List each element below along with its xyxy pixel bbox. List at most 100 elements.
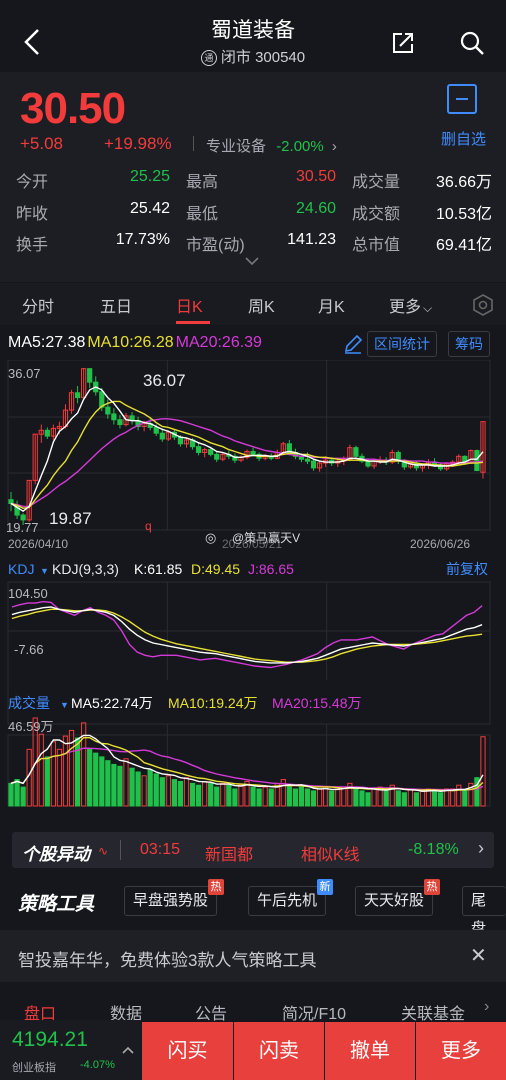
promo-banner[interactable]: 智投嘉年华，免费体验3款人气策略工具 ✕ [0,930,506,982]
expand-chevron-icon[interactable] [244,256,260,266]
vol-ma5: MA5:22.74万 [71,695,153,711]
kline-max-annotation: 36.07 [143,371,186,390]
chips-button[interactable]: 筹码 [448,331,490,357]
movement-bar[interactable]: 个股异动 ∿ 03:15 新国都 相似K线 -8.18% › [12,832,494,868]
tab-profile[interactable]: 简况/F10 [282,1000,346,1024]
tab-monthly-k[interactable]: 月K [318,293,345,317]
remove-watchlist-button[interactable] [447,84,477,114]
tab-weekly-k[interactable]: 周K [248,293,275,317]
volume-bar [365,792,371,807]
volume-bar [129,767,135,807]
strategy-brand: 策略工具 [18,894,95,915]
volume-bar [262,786,268,807]
stat-value: 30.50 [295,168,336,185]
kdj-params: KDJ(9,3,3) [52,561,119,577]
chart-area[interactable]: 36.07 36.07 19.77 19.87 q 2026/04/10 202… [0,360,506,830]
more-actions-button[interactable]: 更多 [416,1022,506,1080]
interval-stats-button[interactable]: 区间统计 [367,331,437,357]
sector-name: 专业设备 [206,138,267,155]
ma20-value: MA20:26.39 [175,334,262,351]
volume-bar [147,769,153,807]
chevron-right-icon: › [331,138,337,155]
index-value: 4194.21 [12,1028,88,1051]
tab-intraday[interactable]: 分时 [22,293,54,317]
volume-bar [135,771,141,807]
volume-bar [316,788,323,807]
index-name: 创业板指 [12,1062,56,1074]
volume-bar [480,736,486,807]
volume-bar [44,756,50,807]
candle-body [159,432,165,440]
new-badge: 新 [317,879,334,895]
volume-bar [208,782,214,807]
tab-related-funds[interactable]: 关联基金 [401,1000,465,1024]
vol-title[interactable]: 成交量 [8,695,50,711]
tab-five-day[interactable]: 五日 [100,293,132,317]
tab-more[interactable]: 更多 ⌵ [389,293,432,317]
volume-bar [304,788,311,807]
price-change: +5.08 [20,134,64,153]
volume-bar [38,733,44,807]
remove-watchlist-label[interactable]: 删自选 [441,128,486,149]
volume-bar [371,788,377,807]
chevron-right-icon[interactable]: › [484,998,489,1016]
stat-value: 141.23 [287,231,336,248]
quick-buy-button[interactable]: 闪买 [142,1022,233,1080]
vol-dropdown-icon[interactable]: ▼ [60,700,69,710]
movement-time: 03:15 [140,841,181,858]
stock-name: 蜀道装备 [211,19,295,42]
stat-label: 最低 [186,206,219,223]
candle-body [87,368,93,383]
settings-icon[interactable] [472,294,494,316]
volume-bar [153,773,159,807]
adjust-button[interactable]: 前复权 [446,561,488,577]
share-icon[interactable] [390,30,416,56]
hot-badge: 热 [208,879,225,895]
kdj-k-line [11,606,483,664]
volume-bar [74,737,81,807]
volume-bar [431,790,438,807]
candle-body [474,450,480,472]
strategy-chip-label: 天天好股 [364,892,425,909]
stat-label: 成交量 [352,174,401,191]
strategy-chip-afternoon[interactable]: 午后先机新 [248,879,334,916]
price-change-pct: +19.98% [104,134,172,153]
strategy-chip-close[interactable]: 尾盘 [462,886,506,937]
candle-body [111,413,117,421]
weibo-icon: ◎ [205,530,216,545]
search-icon[interactable] [459,30,485,56]
kdj-d-line [11,608,483,663]
volume-bar [202,780,208,807]
candle-body [208,449,214,455]
volume-bar [226,784,232,807]
volume-bar [256,788,262,807]
index-ticker[interactable]: 4194.21 创业板指 -4.07% [0,1020,142,1080]
volume-bar [413,792,420,807]
strategy-chip-daily[interactable]: 天天好股热 [355,879,441,916]
candle-body [153,426,159,434]
kdj-title[interactable]: KDJ [8,561,34,577]
volume-bar [117,765,123,807]
kdj-dropdown-icon[interactable]: ▼ [40,566,49,576]
volume-bar [335,788,341,807]
tab-announcement[interactable]: 公告 [195,1000,227,1024]
volume-bar [286,784,292,807]
volume-bar [359,790,365,807]
stat-label: 换手 [16,237,49,254]
candle-body [44,429,50,437]
close-icon[interactable]: ✕ [470,943,487,968]
kline-min-annotation: 19.87 [49,509,92,528]
stat-value: 17.73% [115,231,170,248]
ma-lines [10,386,484,513]
cancel-order-button[interactable]: 撤单 [325,1022,415,1080]
edit-pen-icon[interactable] [343,334,363,354]
strategy-chip-early[interactable]: 早盘强势股热 [124,879,225,916]
stat-label: 今开 [16,174,49,191]
quick-sell-button[interactable]: 闪卖 [234,1022,324,1080]
volume-bar [105,760,111,807]
volume-bar [292,788,299,807]
volume-bar [20,786,26,807]
sector-link[interactable]: 专业设备 -2.00% › [206,135,337,156]
tab-daily-k[interactable]: 日K [176,293,203,317]
stat-value: 36.66万 [435,174,492,191]
